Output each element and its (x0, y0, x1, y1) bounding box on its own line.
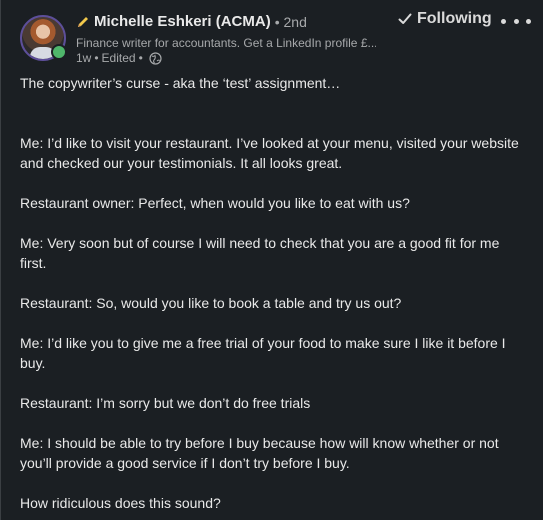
meta-separator: • (138, 51, 143, 65)
post-paragraph: Me: I’d like to visit your restaurant. I… (20, 135, 519, 171)
following-label: Following (417, 10, 492, 27)
author-avatar[interactable] (20, 15, 67, 61)
edited-label: Edited (101, 51, 136, 65)
author-name-row: Michelle Eshkeri (ACMA) • 2nd (76, 13, 307, 30)
post-time: 1w (76, 51, 92, 65)
post-card: Michelle Eshkeri (ACMA) • 2nd Finance wr… (0, 0, 543, 520)
globe-icon (149, 51, 162, 65)
author-name[interactable]: Michelle Eshkeri (ACMA) (94, 13, 271, 30)
post-paragraph: Restaurant owner: Perfect, when would yo… (20, 195, 410, 211)
more-icon-dot (513, 18, 519, 24)
more-options-button[interactable] (501, 11, 531, 31)
post-paragraph: Me: Very soon but of course I will need … (20, 235, 500, 271)
post-paragraph: How ridiculous does this sound? (20, 495, 221, 511)
post-paragraph: Restaurant: So, would you like to book a… (20, 295, 402, 311)
more-icon-dot (526, 18, 531, 24)
pencil-icon (76, 15, 90, 29)
author-tagline: Finance writer for accountants. Get a Li… (76, 36, 376, 50)
post-paragraph: The copywriter’s curse - aka the ‘test’ … (20, 75, 341, 91)
check-icon (397, 11, 413, 27)
post-paragraph: Restaurant: I’m sorry but we don’t do fr… (20, 395, 311, 411)
meta-separator: • (94, 51, 99, 65)
online-status-indicator (51, 44, 67, 60)
post-paragraph: Me: I’d like you to give me a free trial… (20, 335, 506, 371)
post-meta: 1w • Edited • (76, 51, 162, 65)
post-body: The copywriter’s curse - aka the ‘test’ … (20, 73, 525, 513)
connection-degree: • 2nd (274, 13, 307, 30)
more-icon (501, 18, 506, 24)
following-button[interactable]: Following (397, 10, 492, 28)
post-paragraph: Me: I should be able to try before I buy… (20, 435, 499, 471)
